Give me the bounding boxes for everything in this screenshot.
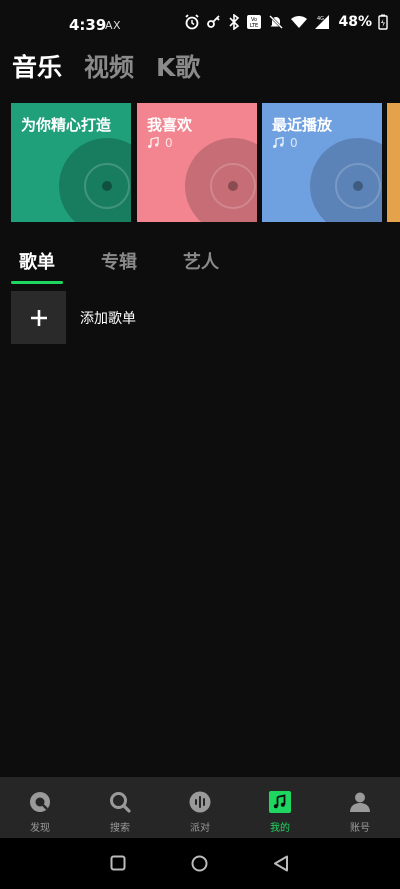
music-note-icon <box>273 137 284 149</box>
status-time: 4:39 <box>69 16 107 34</box>
tab-music[interactable]: 音乐 <box>12 48 62 84</box>
tab-playlists[interactable]: 歌单 <box>11 248 63 284</box>
home-icon[interactable] <box>191 855 208 876</box>
card-partial[interactable] <box>387 103 400 222</box>
nav-search[interactable]: 搜索 <box>80 777 160 838</box>
card-count: 0 <box>272 136 298 150</box>
mute-icon <box>268 14 284 30</box>
nav-label: 派对 <box>190 823 210 834</box>
card-liked[interactable]: 我喜欢 0 <box>137 103 257 222</box>
tab-albums[interactable]: 专辑 <box>93 248 145 282</box>
nav-account[interactable]: 账号 <box>320 777 400 838</box>
nav-party[interactable]: 派对 <box>160 777 240 838</box>
card-title: 最近播放 <box>272 116 333 134</box>
vinyl-disc-icon <box>59 138 131 222</box>
key-icon <box>206 14 222 30</box>
music-note-icon <box>148 137 159 149</box>
svg-text:LTE: LTE <box>250 23 258 29</box>
library-tabs: 歌单 专辑 艺人 <box>11 248 227 284</box>
nav-discover[interactable]: 发现 <box>0 777 80 838</box>
category-tabs: 音乐 视频 K歌 <box>12 48 200 84</box>
search-icon <box>109 791 131 813</box>
vinyl-disc-icon <box>310 138 382 222</box>
card-count: 0 <box>147 136 173 150</box>
playlist-cards: 为你精心打造 我喜欢 0 最近播放 0 <box>11 103 400 222</box>
card-recent[interactable]: 最近播放 0 <box>262 103 382 222</box>
card-title: 为你精心打造 <box>21 116 112 134</box>
alarm-icon <box>184 14 200 30</box>
vinyl-disc-icon <box>185 138 257 222</box>
card-count-value: 0 <box>290 136 298 150</box>
card-made-for-you[interactable]: 为你精心打造 <box>11 103 131 222</box>
back-icon[interactable] <box>273 855 289 876</box>
tab-video[interactable]: 视频 <box>84 48 134 84</box>
nav-label: 发现 <box>30 823 50 834</box>
card-count-value: 0 <box>165 136 173 150</box>
nav-my-music[interactable]: 我的 <box>240 777 320 838</box>
tab-karaoke[interactable]: K歌 <box>156 48 200 84</box>
party-icon <box>189 791 211 813</box>
plus-icon <box>30 309 47 326</box>
bluetooth-icon <box>228 14 240 30</box>
bottom-nav: 发现 搜索 派对 我的 账号 <box>0 777 400 838</box>
svg-text:4G: 4G <box>317 16 324 22</box>
recents-icon[interactable] <box>110 855 126 875</box>
add-playlist-button[interactable]: 添加歌单 <box>11 291 136 344</box>
status-carrier: AX <box>105 19 122 32</box>
card-title: 我喜欢 <box>147 116 193 134</box>
account-icon <box>349 791 371 813</box>
add-playlist-label: 添加歌单 <box>80 310 136 327</box>
battery-percent: 48% <box>338 14 372 30</box>
system-nav-bar <box>0 838 400 889</box>
status-icons: Vo LTE 4G 48% <box>184 14 388 30</box>
nav-label: 账号 <box>350 823 370 834</box>
add-playlist-tile[interactable] <box>11 291 66 344</box>
my-music-icon <box>269 791 291 813</box>
battery-icon <box>378 14 388 30</box>
signal-icon: 4G <box>314 14 330 30</box>
volte-icon: Vo LTE <box>246 14 262 30</box>
tab-artists[interactable]: 艺人 <box>175 248 227 282</box>
nav-label: 搜索 <box>110 823 130 834</box>
status-bar: 4:39 AX Vo LTE 4G 48% <box>0 0 400 50</box>
discover-icon <box>29 791 51 813</box>
nav-label: 我的 <box>270 823 290 834</box>
wifi-icon <box>290 14 308 30</box>
